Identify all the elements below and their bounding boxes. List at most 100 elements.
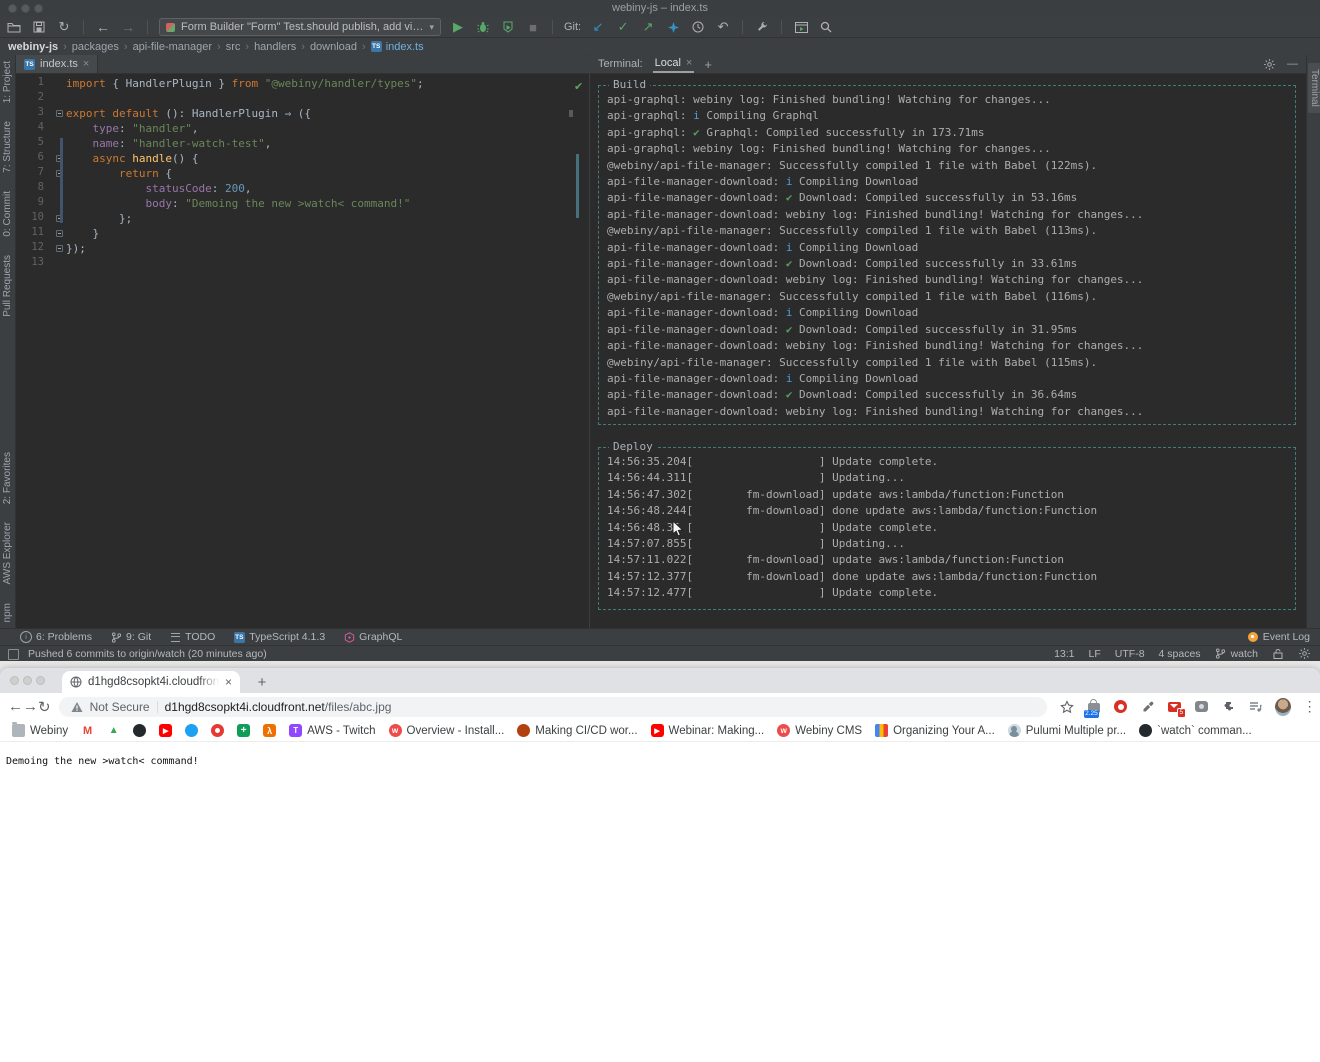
cherry-pick-icon[interactable]	[665, 19, 681, 35]
back-icon[interactable]: ←	[95, 19, 111, 35]
tool-window-button-pull-requests[interactable]: Pull Requests	[2, 255, 13, 317]
git-branch-widget[interactable]: watch	[1215, 648, 1258, 660]
line-number: 9	[16, 196, 52, 211]
browser-forward-icon[interactable]: →	[23, 696, 38, 718]
inspections-settings-icon[interactable]	[1298, 648, 1310, 660]
tool-window-toggle-icon[interactable]	[8, 649, 19, 660]
bookmark-organizing-your-a[interactable]: Organizing Your A...	[875, 724, 995, 737]
tool-window-button-6-problems[interactable]: i6: Problems	[20, 631, 92, 643]
tool-window-button-todo[interactable]: TODO	[169, 631, 215, 643]
breadcrumb-item-webiny-js[interactable]: webiny-js	[8, 41, 58, 53]
media-playlist-icon[interactable]	[1248, 699, 1264, 715]
run-with-coverage-button[interactable]	[500, 19, 516, 35]
gray-extension-icon[interactable]	[1194, 699, 1210, 715]
sync-icon[interactable]: ↻	[56, 19, 72, 35]
run-button[interactable]: ▶	[450, 19, 466, 35]
fold-icon[interactable]	[56, 230, 63, 237]
status-segment-13-1[interactable]: 13:1	[1054, 648, 1074, 660]
tool-window-button-npm[interactable]: npm	[2, 603, 13, 622]
bookmark-lambda-icon[interactable]: λ	[263, 724, 276, 737]
forward-icon[interactable]: →	[120, 19, 136, 35]
extensions-puzzle-icon[interactable]	[1221, 699, 1237, 715]
bookmark-watch-comman[interactable]: `watch` comman...	[1139, 724, 1252, 737]
search-everywhere-icon[interactable]	[818, 19, 834, 35]
settings-wrench-icon[interactable]	[754, 19, 770, 35]
write-access-lock-icon[interactable]	[1272, 648, 1284, 660]
mail-extension-icon[interactable]: 5	[1167, 699, 1183, 715]
bookmark-webiny-cms[interactable]: wWebiny CMS	[777, 724, 862, 737]
tool-window-button-9-git[interactable]: 9: Git	[110, 631, 151, 643]
commit-icon[interactable]: ✓	[615, 19, 631, 35]
breadcrumb-item-download[interactable]: download	[310, 41, 357, 53]
tool-window-button-aws-explorer[interactable]: AWS Explorer	[2, 522, 13, 584]
bookmark-overview-install[interactable]: wOverview - Install...	[389, 724, 505, 737]
browser-minimize-button[interactable]	[23, 676, 32, 685]
tool-window-button-typescript-4-1-3[interactable]: TSTypeScript 4.1.3	[233, 631, 325, 643]
tool-window-button-graphql[interactable]: GraphQL	[343, 631, 402, 643]
close-tab-icon[interactable]: ×	[225, 675, 232, 689]
bookmark-reddot-icon[interactable]	[211, 724, 224, 737]
fold-icon[interactable]	[56, 245, 63, 252]
history-icon[interactable]	[690, 19, 706, 35]
status-segment-lf[interactable]: LF	[1089, 648, 1101, 660]
eyedropper-extension-icon[interactable]	[1140, 699, 1156, 715]
browser-menu-kebab-icon[interactable]: ⋮	[1302, 699, 1318, 715]
terminal-panel[interactable]: Build api-graphql: webiny log: Finished …	[590, 74, 1306, 628]
fold-icon[interactable]	[56, 110, 63, 117]
tool-window-button-0-commit[interactable]: 0: Commit	[2, 191, 13, 237]
bookmark-star-icon[interactable]	[1059, 699, 1075, 715]
bookmark-twitter-icon[interactable]	[185, 724, 198, 737]
bookmark-webiny[interactable]: Webiny	[12, 724, 68, 737]
bookmark-gmail-icon[interactable]: M	[81, 724, 94, 737]
editor-tab-index-ts[interactable]: TS index.ts ×	[16, 55, 98, 73]
profile-avatar[interactable]	[1275, 699, 1291, 715]
bookmark-github-icon[interactable]	[133, 724, 146, 737]
tool-window-button-7-structure[interactable]: 7: Structure	[2, 121, 13, 173]
rollback-icon[interactable]: ↶	[715, 19, 731, 35]
editor-scrollbar-mark[interactable]	[576, 154, 579, 218]
run-anything-icon[interactable]	[793, 19, 809, 35]
status-segment-utf-8[interactable]: UTF-8	[1115, 648, 1145, 660]
new-tab-button[interactable]: +	[252, 672, 272, 692]
bookmark-making-ci-cd-wor[interactable]: Making CI/CD wor...	[517, 724, 637, 737]
breadcrumb-item-packages[interactable]: packages	[72, 41, 119, 53]
breadcrumb-item-handlers[interactable]: handlers	[254, 41, 296, 53]
breadcrumb-item-api-file-manager[interactable]: api-file-manager	[133, 41, 212, 53]
code-editor[interactable]: 1import { HandlerPlugin } from "@webiny/…	[16, 74, 589, 628]
event-log-button[interactable]: Event Log	[1248, 631, 1310, 643]
close-tab-icon[interactable]: ×	[83, 58, 89, 70]
bookmark-pulumi-multiple-pr[interactable]: Pulumi Multiple pr...	[1008, 724, 1126, 737]
run-configuration-select[interactable]: Form Builder "Form" Test.should publish,…	[159, 18, 441, 36]
terminal-settings-gear-icon[interactable]	[1261, 56, 1277, 72]
new-terminal-tab-button[interactable]: +	[704, 57, 712, 72]
minimize-tool-window-icon[interactable]: —	[1287, 58, 1298, 70]
browser-close-button[interactable]	[10, 676, 19, 685]
bookmark-aws-twitch[interactable]: TAWS - Twitch	[289, 724, 375, 737]
update-project-icon[interactable]: ↙	[590, 19, 606, 35]
tool-window-button-1-project[interactable]: 1: Project	[2, 61, 13, 103]
tool-window-button-2-favorites[interactable]: 2: Favorites	[2, 452, 13, 504]
build-log-line: api-file-manager-download: i Compiling D…	[607, 174, 1287, 190]
breadcrumb-item-src[interactable]: src	[226, 41, 241, 53]
browser-back-icon[interactable]: ←	[8, 696, 23, 718]
status-segment-4-spaces[interactable]: 4 spaces	[1159, 648, 1201, 660]
close-terminal-tab-icon[interactable]: ×	[686, 57, 692, 69]
bookmark-drive-icon[interactable]: ▲	[107, 724, 120, 737]
bookmark-webinar-making[interactable]: ▶Webinar: Making...	[651, 724, 765, 737]
address-bar[interactable]: Not Secure d1hgd8csopkt4i.cloudfront.net…	[59, 697, 1047, 717]
browser-zoom-button[interactable]	[36, 676, 45, 685]
open-folder-icon[interactable]	[6, 19, 22, 35]
red-circle-extension-icon[interactable]	[1113, 699, 1129, 715]
save-all-icon[interactable]	[31, 19, 47, 35]
breadcrumb-item-index-ts[interactable]: TSindex.ts	[371, 41, 424, 53]
tool-window-button-terminal[interactable]: Terminal	[1308, 63, 1320, 113]
terminal-tab-local[interactable]: Local ×	[653, 56, 695, 73]
bookmark-greenplus-icon[interactable]: +	[237, 724, 250, 737]
bookmark-youtube-icon[interactable]: ▶	[159, 724, 172, 737]
browser-tab[interactable]: d1hgd8csopkt4i.cloudfront.ne ×	[62, 671, 240, 693]
push-icon[interactable]: ↗	[640, 19, 656, 35]
debug-button[interactable]	[475, 19, 491, 35]
price-tracker-extension-icon[interactable]: 2.25	[1086, 699, 1102, 715]
browser-reload-icon[interactable]: ↻	[38, 696, 51, 718]
stop-button[interactable]: ■	[525, 19, 541, 35]
